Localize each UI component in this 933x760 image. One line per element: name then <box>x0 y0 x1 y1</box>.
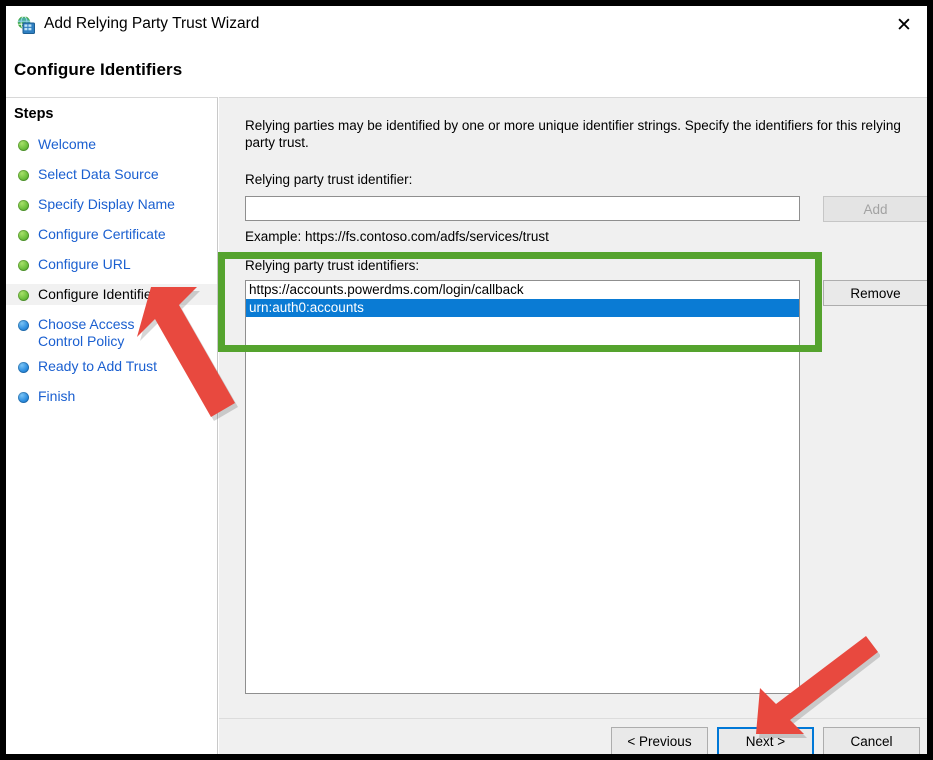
sidebar-item-ready-to-add-trust[interactable]: Ready to Add Trust <box>6 356 217 377</box>
sidebar-item-configure-url[interactable]: Configure URL <box>6 254 217 275</box>
sidebar-item-label: Ready to Add Trust <box>38 358 158 374</box>
list-item[interactable]: urn:auth0:accounts <box>246 299 799 317</box>
identifiers-listbox[interactable]: https://accounts.powerdms.com/login/call… <box>245 280 800 694</box>
sidebar-item-label: Welcome <box>38 136 97 152</box>
sidebar-item-configure-certificate[interactable]: Configure Certificate <box>6 224 217 245</box>
step-bullet-blue-icon <box>18 320 29 331</box>
adfs-server-globe-icon <box>16 15 36 35</box>
sidebar-item-label: Configure URL <box>38 256 131 272</box>
identifier-label: Relying party trust identifier: <box>245 172 413 187</box>
identifier-input[interactable] <box>245 196 800 221</box>
intro-text: Relying parties may be identified by one… <box>245 118 901 150</box>
remove-button[interactable]: Remove <box>823 280 927 306</box>
window-title: Add Relying Party Trust Wizard <box>44 15 260 32</box>
step-bullet-green-icon <box>18 290 29 301</box>
steps-heading: Steps <box>14 106 54 122</box>
sidebar-item-label: Finish <box>38 388 76 404</box>
steps-sidebar: Steps Welcome Select Data Source Specify D… <box>6 97 218 754</box>
sidebar-item-specify-display-name[interactable]: Specify Display Name <box>6 194 217 215</box>
sidebar-item-label: Configure Identifiers <box>38 286 164 302</box>
previous-button[interactable]: < Previous <box>611 727 708 754</box>
page-title: Configure Identifiers <box>14 60 183 79</box>
close-icon[interactable]: ✕ <box>881 6 927 44</box>
step-bullet-green-icon <box>18 260 29 271</box>
sidebar-item-welcome[interactable]: Welcome <box>6 134 217 155</box>
footer-bar: < Previous Next > Cancel <box>219 719 927 754</box>
step-bullet-green-icon <box>18 170 29 181</box>
sidebar-item-configure-identifiers[interactable]: Configure Identifiers <box>6 284 217 305</box>
step-bullet-green-icon <box>18 200 29 211</box>
sidebar-item-finish[interactable]: Finish <box>6 386 217 407</box>
title-bar: Add Relying Party Trust Wizard ✕ <box>6 6 927 44</box>
list-item[interactable]: https://accounts.powerdms.com/login/call… <box>246 281 799 299</box>
step-bullet-green-icon <box>18 230 29 241</box>
sidebar-item-label: Configure Certificate <box>38 226 166 242</box>
wizard-window: Add Relying Party Trust Wizard ✕ Configu… <box>6 6 927 754</box>
sidebar-item-label: Select Data Source <box>38 166 159 182</box>
sidebar-item-label: Choose Access Control Policy <box>38 316 135 349</box>
sidebar-item-choose-access-control-policy[interactable]: Choose Access Control Policy <box>6 314 217 352</box>
cancel-button[interactable]: Cancel <box>823 727 920 754</box>
identifiers-label: Relying party trust identifiers: <box>245 258 420 273</box>
step-bullet-blue-icon <box>18 362 29 373</box>
sidebar-item-select-data-source[interactable]: Select Data Source <box>6 164 217 185</box>
step-bullet-green-icon <box>18 140 29 151</box>
sidebar-item-label: Specify Display Name <box>38 196 175 212</box>
next-button[interactable]: Next > <box>717 727 814 754</box>
example-text: Example: https://fs.contoso.com/adfs/ser… <box>245 229 549 244</box>
main-content: Relying parties may be identified by one… <box>219 97 927 754</box>
add-button[interactable]: Add <box>823 196 927 222</box>
step-bullet-blue-icon <box>18 392 29 403</box>
